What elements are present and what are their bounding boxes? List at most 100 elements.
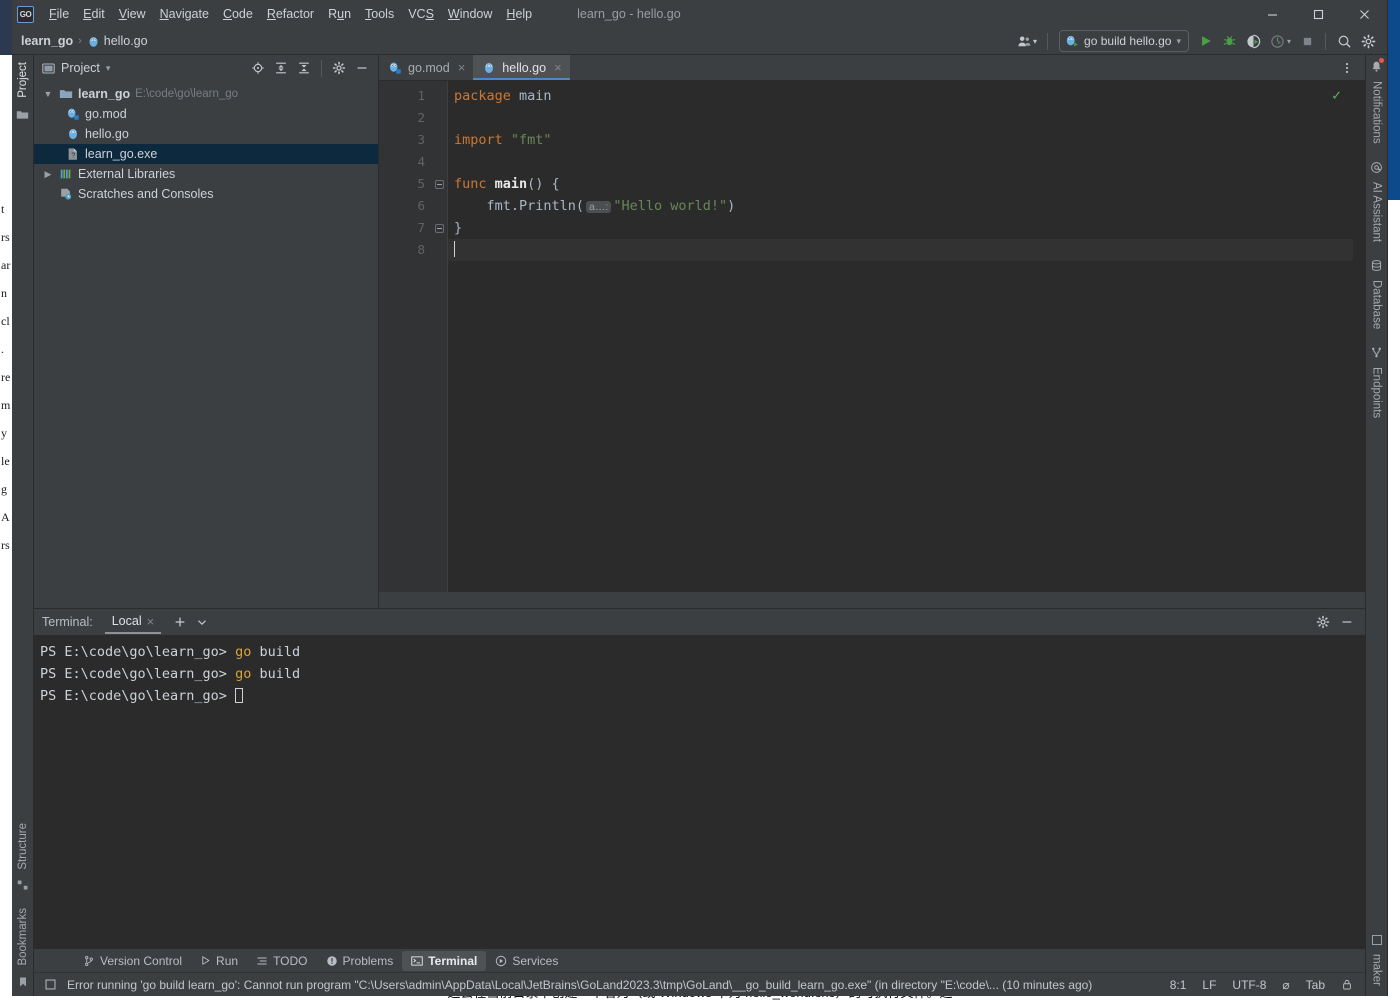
tree-node-go-mod[interactable]: go.mod: [34, 104, 378, 124]
gear-icon[interactable]: [1312, 611, 1334, 633]
breadcrumb-project[interactable]: learn_go: [21, 34, 73, 48]
close-icon[interactable]: [1341, 0, 1387, 28]
run-button[interactable]: [1195, 30, 1217, 52]
terminal-tabs-dropdown-button[interactable]: [191, 611, 213, 633]
caret-position[interactable]: 8:1: [1162, 976, 1195, 994]
scratches-icon: [59, 187, 73, 201]
status-bar-right: 8:1 LF UTF-8 ⌀ Tab: [1162, 976, 1361, 994]
tree-node-hello-go[interactable]: hello.go: [34, 124, 378, 144]
sidebar-item-project[interactable]: Project: [14, 55, 32, 105]
background-accent-right: [1386, 0, 1400, 200]
tree-node-learn-go-exe[interactable]: ? learn_go.exe: [34, 144, 378, 164]
fold-toggle-end[interactable]: [431, 217, 447, 239]
indent-setting[interactable]: Tab: [1298, 976, 1333, 994]
menu-item-code[interactable]: Code: [216, 3, 260, 25]
menu-item-vcs[interactable]: VCS: [401, 3, 441, 25]
bottom-tab-run[interactable]: Run: [191, 951, 247, 971]
chevron-expanded-icon[interactable]: ▼: [42, 89, 54, 99]
run-configuration-selector[interactable]: go build hello.go ▾: [1059, 30, 1189, 52]
minimize-icon[interactable]: [1249, 0, 1295, 28]
profiler-button[interactable]: ▾: [1267, 30, 1294, 52]
bottom-tab-problems[interactable]: Problems: [317, 951, 403, 971]
line-separator[interactable]: LF: [1194, 976, 1224, 994]
code-text[interactable]: package main import "fmt" func main() { …: [447, 81, 1353, 592]
menu-item-navigate[interactable]: Navigate: [153, 3, 216, 25]
code-editor[interactable]: 1 2 3 4 5 6 7 8 package main import "fmt…: [379, 81, 1365, 592]
locate-icon[interactable]: [247, 57, 269, 79]
close-icon[interactable]: ×: [458, 60, 466, 75]
go-mod-icon: [388, 61, 402, 75]
bottom-tab-version-control[interactable]: Version Control: [74, 951, 191, 971]
sidebar-item-endpoints[interactable]: Endpoints: [1368, 360, 1386, 425]
go-file-icon: [66, 127, 80, 141]
tree-node-external-libraries[interactable]: ▶ External Libraries: [34, 164, 378, 184]
terminal-tab-local[interactable]: Local ×: [104, 610, 162, 634]
sidebar-item-bookmarks[interactable]: Bookmarks: [14, 901, 32, 973]
chevron-down-icon[interactable]: ▾: [106, 63, 111, 74]
editor-tab-hello-go[interactable]: hello.go ×: [473, 55, 571, 80]
editor-and-project-split: Project ▾ ▼ learn_go E:\code\go\learn_go…: [34, 55, 1365, 608]
search-icon[interactable]: [1333, 30, 1355, 52]
title-bar: GO File Edit View Navigate Code Refactor Run To…: [12, 0, 1387, 28]
sidebar-item-ai-assistant[interactable]: AI Assistant: [1368, 175, 1386, 249]
sidebar-item-structure[interactable]: Structure: [14, 816, 32, 877]
menu-item-refactor[interactable]: Refactor: [260, 3, 321, 25]
tree-node-learn-go[interactable]: ▼ learn_go E:\code\go\learn_go: [34, 84, 378, 104]
sidebar-item-maker[interactable]: maker: [1368, 947, 1386, 996]
menu-item-file[interactable]: File: [42, 3, 76, 25]
terminal-icon: [411, 955, 423, 967]
bottom-tab-terminal[interactable]: Terminal: [402, 950, 487, 971]
editor-tab-go-mod[interactable]: go.mod ×: [379, 55, 473, 80]
stop-button[interactable]: [1296, 30, 1318, 52]
sidebar-item-notifications[interactable]: Notifications: [1368, 74, 1386, 151]
gear-icon[interactable]: [1357, 30, 1379, 52]
code-folding-column[interactable]: [431, 81, 447, 592]
menu-item-edit[interactable]: Edit: [76, 3, 112, 25]
status-message[interactable]: Error running 'go build learn_go': Canno…: [67, 978, 1092, 992]
hide-panel-icon[interactable]: [351, 57, 373, 79]
run-coverage-button[interactable]: [1243, 30, 1265, 52]
menu-item-view[interactable]: View: [112, 3, 153, 25]
more-options-icon[interactable]: [1336, 57, 1358, 79]
bottom-tool-bar: Version Control Run TODO Problems Termin…: [34, 948, 1365, 972]
bell-icon: [1370, 55, 1384, 74]
collapse-all-icon[interactable]: [293, 57, 315, 79]
menu-item-help[interactable]: Help: [499, 3, 539, 25]
hide-terminal-button[interactable]: [1336, 611, 1358, 633]
expand-all-icon[interactable]: [270, 57, 292, 79]
window-title: learn_go - hello.go: [577, 7, 681, 21]
new-terminal-tab-button[interactable]: [169, 611, 191, 633]
event-log-icon[interactable]: [44, 978, 57, 991]
menu-item-window[interactable]: Window: [441, 3, 499, 25]
debug-button[interactable]: [1219, 30, 1241, 52]
terminal-prompt: PS E:\code\go\learn_go>: [40, 644, 236, 660]
close-icon[interactable]: ×: [554, 60, 562, 75]
sidebar-item-database[interactable]: Database: [1368, 273, 1386, 336]
editor-gutter[interactable]: 1 2 3 4 5 6 7 8: [379, 81, 447, 592]
inspection-status-badge[interactable]: ✓: [1332, 86, 1341, 104]
maximize-icon[interactable]: [1295, 0, 1341, 28]
close-icon[interactable]: ×: [147, 614, 155, 629]
left-tool-strip: Project Structure Bookmarks: [12, 55, 34, 996]
user-icon[interactable]: ▾: [1014, 30, 1040, 52]
gear-icon[interactable]: [328, 57, 350, 79]
lock-icon[interactable]: [1333, 976, 1361, 993]
menu-item-run[interactable]: Run: [321, 3, 358, 25]
project-panel-toolbar: [247, 57, 373, 79]
fold-toggle-func-main[interactable]: [431, 173, 447, 195]
inspection-toggle-icon[interactable]: ⌀: [1274, 976, 1297, 994]
code-line-3: import "fmt": [454, 132, 552, 148]
breadcrumb-file[interactable]: hello.go: [87, 34, 148, 48]
file-encoding[interactable]: UTF-8: [1224, 976, 1274, 994]
terminal-output[interactable]: PS E:\code\go\learn_go> go build PS E:\c…: [34, 635, 1365, 948]
chevron-collapsed-icon[interactable]: ▶: [42, 169, 54, 180]
menu-item-tools[interactable]: Tools: [358, 3, 401, 25]
editor-scrollbar[interactable]: [1353, 81, 1365, 592]
text-caret: [454, 241, 455, 257]
bottom-tab-todo[interactable]: TODO: [247, 951, 316, 971]
bottom-tab-services[interactable]: Services: [486, 951, 567, 971]
tree-node-scratches[interactable]: Scratches and Consoles: [34, 184, 378, 204]
